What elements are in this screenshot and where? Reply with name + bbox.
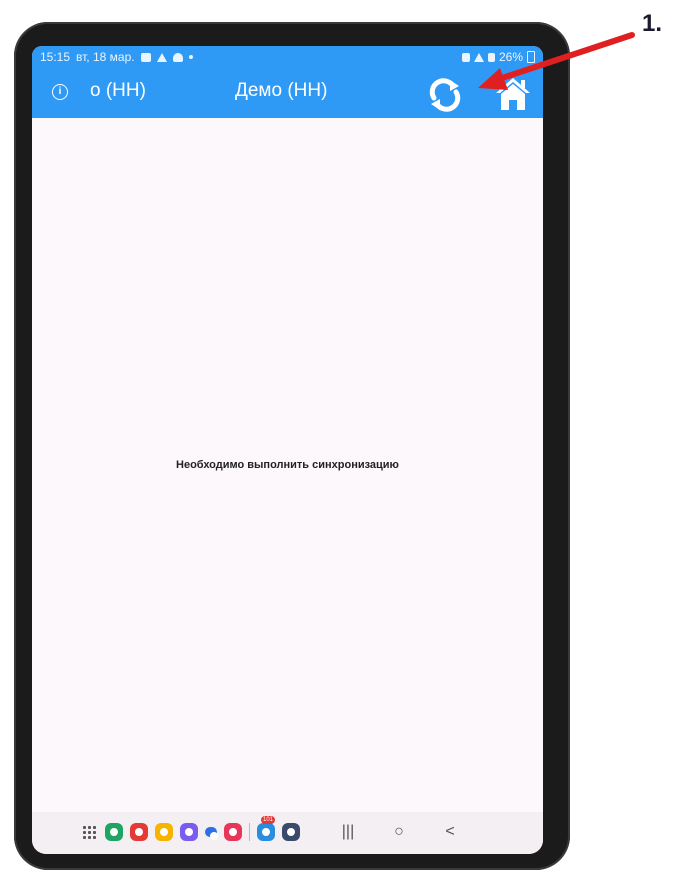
- annotation-arrowhead: [478, 68, 508, 90]
- annotation-label: 1.: [642, 10, 663, 37]
- annotation-overlay: [478, 32, 635, 90]
- annotation-arrow: [487, 32, 635, 85]
